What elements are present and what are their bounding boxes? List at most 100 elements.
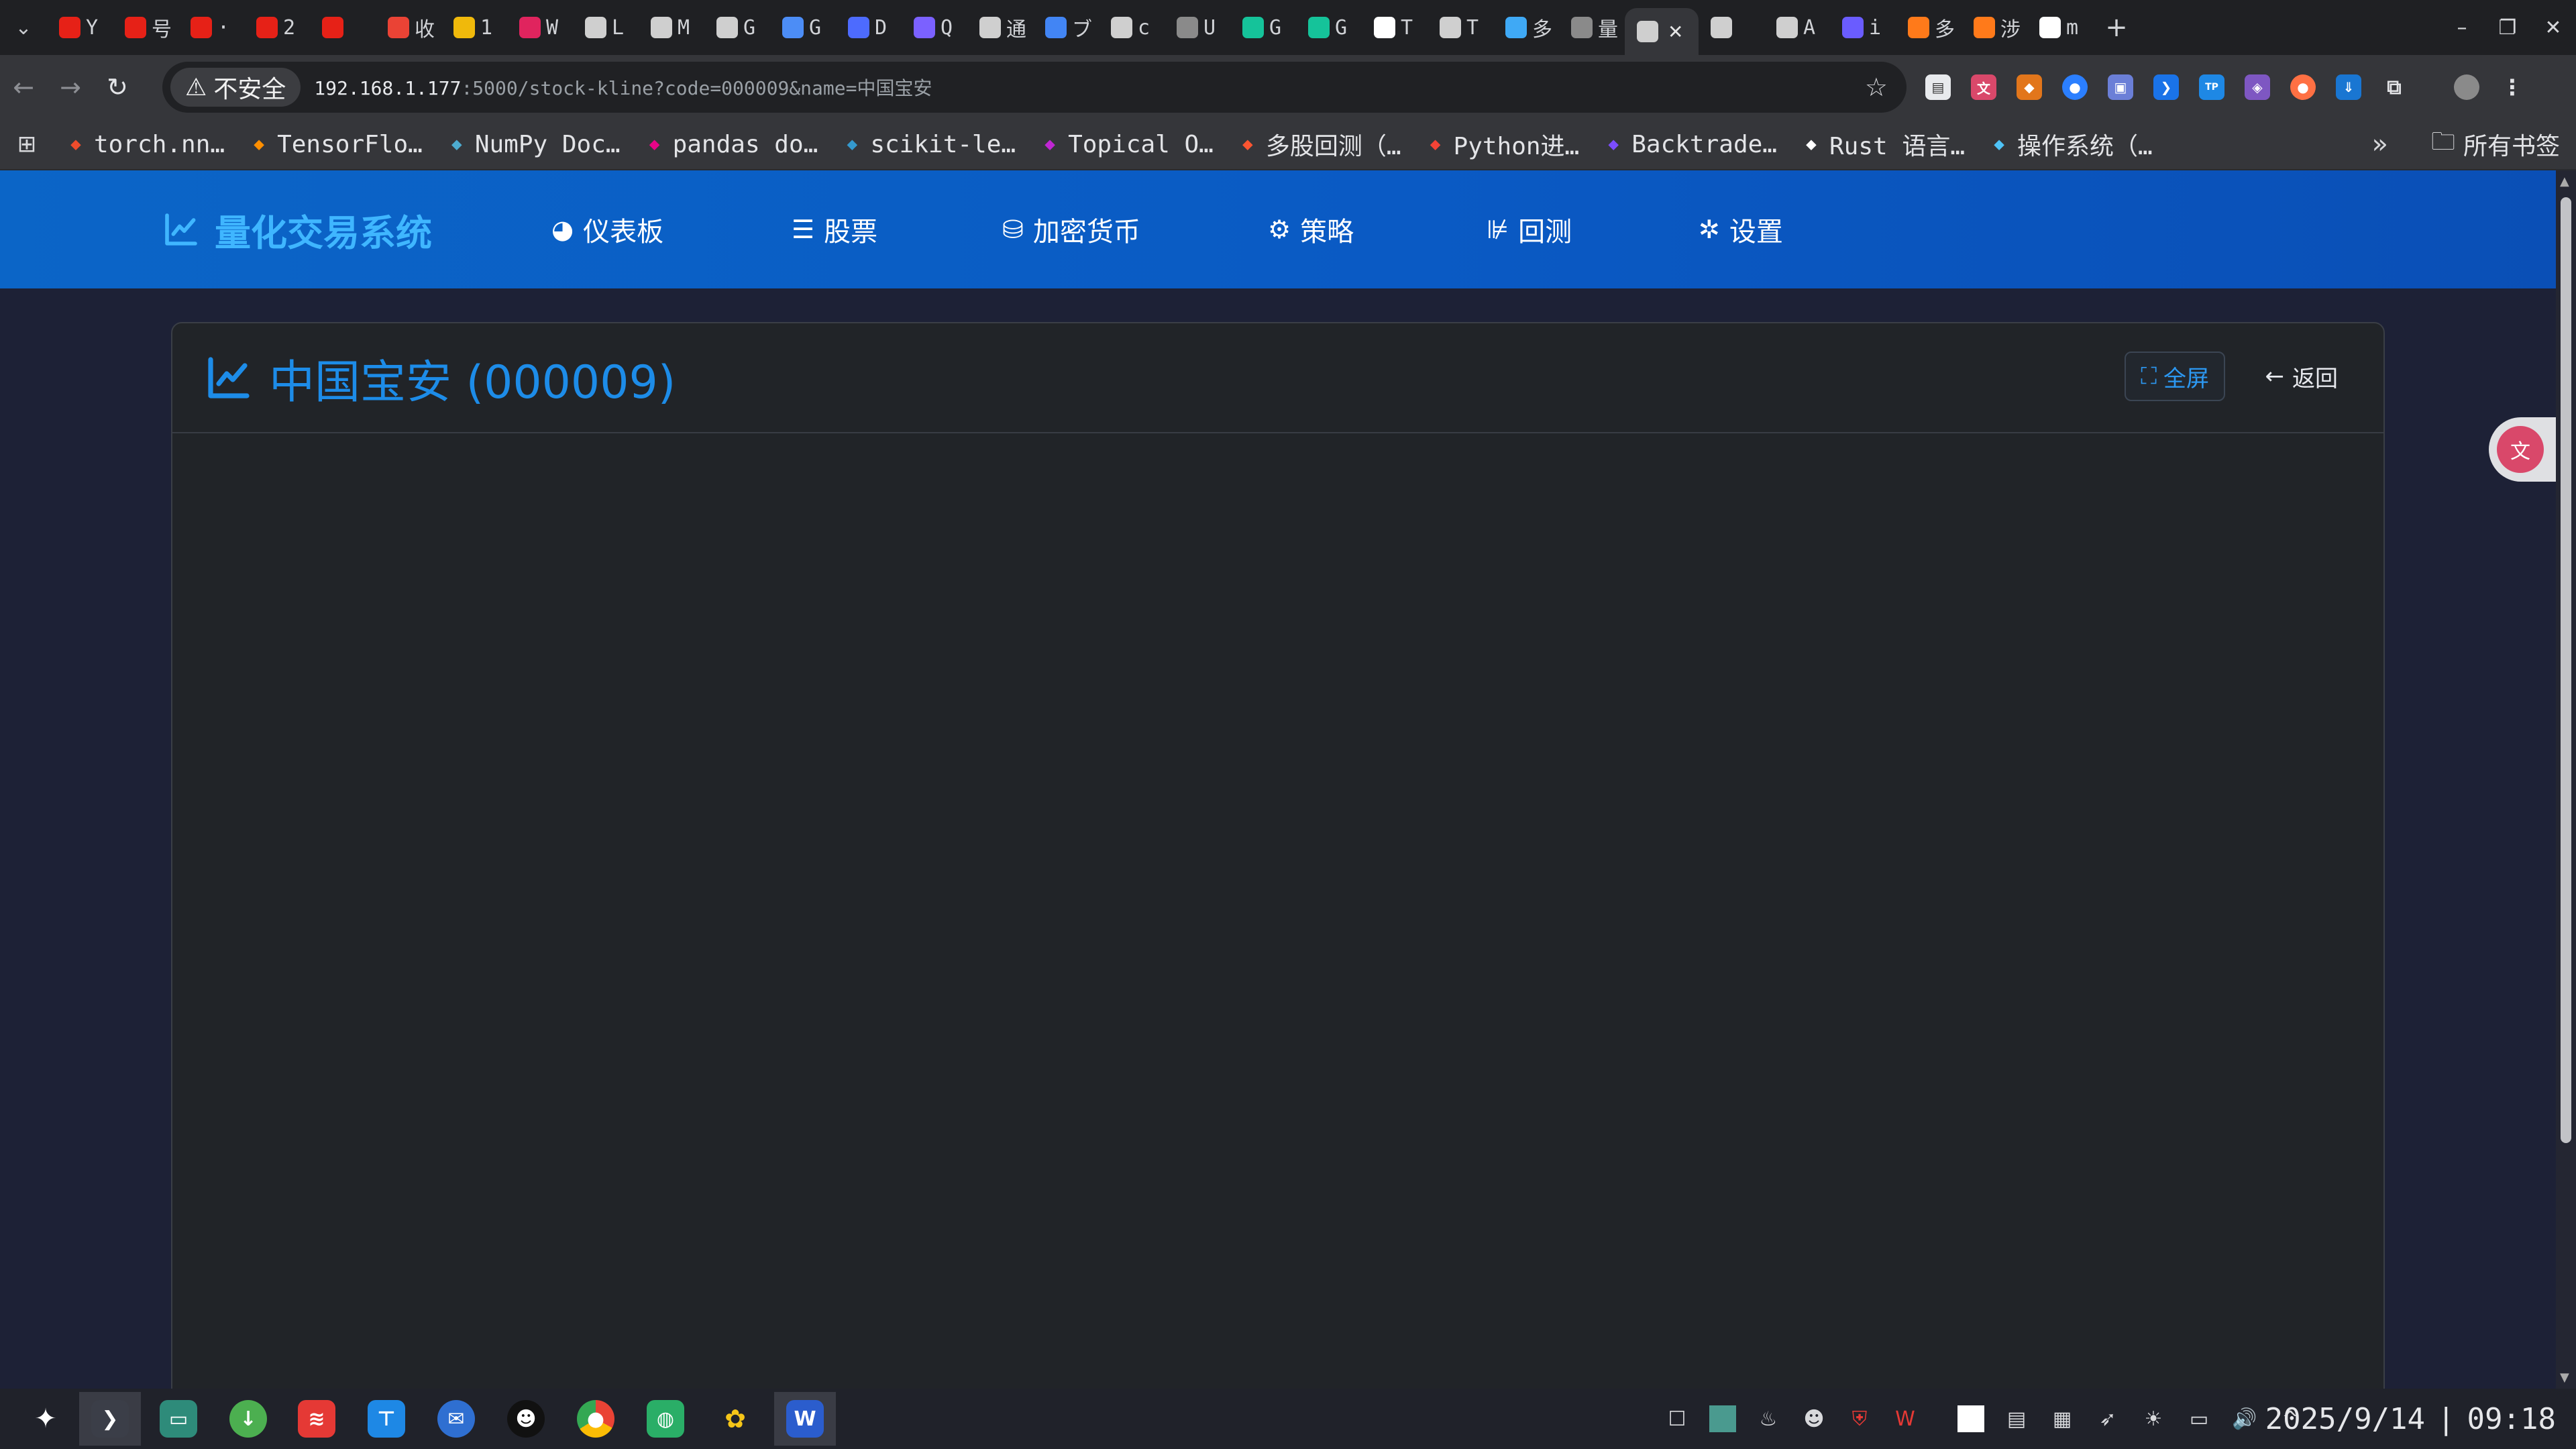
- browser-tab[interactable]: ブ: [1033, 7, 1099, 48]
- brand[interactable]: 量化交易系统: [162, 170, 432, 288]
- active-browser-tab[interactable]: ✕: [1625, 8, 1699, 55]
- clock[interactable]: 2025/9/14 | 09:18: [2265, 1389, 2556, 1449]
- back-nav-icon[interactable]: ←: [0, 55, 47, 119]
- bell-icon[interactable]: ♨: [1755, 1405, 1782, 1432]
- security-chip[interactable]: ⚠ 不安全: [170, 68, 301, 107]
- address-bar[interactable]: ⚠ 不安全 192.168.1.177:5000/stock-kline?cod…: [162, 62, 1907, 113]
- browser-tab[interactable]: [1699, 7, 1764, 48]
- new-tab-button[interactable]: +: [2093, 12, 2140, 43]
- browser-tab[interactable]: 号: [113, 7, 178, 48]
- browser-tab[interactable]: G: [1296, 7, 1362, 48]
- taskbar-word[interactable]: W: [774, 1392, 836, 1446]
- taskbar-qq[interactable]: ☻: [495, 1392, 557, 1446]
- brightness-icon[interactable]: ☀: [2140, 1405, 2167, 1432]
- fullscreen-button[interactable]: ⛶ 全屏: [2125, 352, 2225, 401]
- bookmark-item[interactable]: ◆ torch.nn…: [54, 124, 237, 164]
- browser-tab[interactable]: U: [1165, 7, 1230, 48]
- bookmark-item[interactable]: ◆ 操作系统（…: [1977, 124, 2165, 164]
- white-square-icon[interactable]: [1957, 1405, 1984, 1432]
- all-bookmarks-button[interactable]: 🗀 所有书签: [2431, 124, 2560, 165]
- browser-tab[interactable]: [310, 7, 376, 48]
- browser-tab[interactable]: m: [2027, 7, 2093, 48]
- browser-tab[interactable]: Q: [902, 7, 967, 48]
- nav-strategy[interactable]: ⚙ 策略: [1268, 170, 1354, 288]
- bookmark-item[interactable]: ◆ Topical O…: [1028, 124, 1226, 164]
- fox-extension-icon[interactable]: ●: [2290, 74, 2316, 100]
- browser-tab[interactable]: W: [507, 7, 573, 48]
- more-menu-icon[interactable]: ⋮: [2500, 74, 2525, 100]
- bookmark-item[interactable]: ◆ Python进…: [1413, 124, 1592, 164]
- browser-tab[interactable]: c: [1099, 7, 1165, 48]
- taskbar-todesk[interactable]: ⊤: [356, 1392, 417, 1446]
- circle-extension-icon[interactable]: ●: [2062, 74, 2088, 100]
- reload-icon[interactable]: ↻: [94, 55, 141, 119]
- keyboard-icon[interactable]: ▦: [2049, 1405, 2076, 1432]
- extensions-puzzle-icon[interactable]: ⧉: [2381, 74, 2407, 100]
- browser-tab[interactable]: 多: [1493, 7, 1559, 48]
- close-window-icon[interactable]: ✕: [2530, 0, 2576, 55]
- browser-tab[interactable]: T: [1362, 7, 1428, 48]
- scroll-down-icon[interactable]: ▼: [2560, 1371, 2569, 1385]
- bookmark-item[interactable]: ◆ Backtrade…: [1591, 124, 1789, 164]
- browser-tab[interactable]: ·: [178, 7, 244, 48]
- thumbnail-icon[interactable]: [1709, 1405, 1736, 1432]
- apps-grid-icon[interactable]: ⊞: [0, 131, 54, 158]
- browser-tab[interactable]: M: [639, 7, 704, 48]
- close-tab-icon[interactable]: ✕: [1668, 21, 1683, 43]
- browser-tab[interactable]: L: [573, 7, 639, 48]
- scrollbar-thumb[interactable]: [2561, 197, 2571, 1143]
- browser-tab[interactable]: 收: [376, 7, 441, 48]
- more-bookmarks-icon[interactable]: »: [2372, 129, 2388, 160]
- browser-tab[interactable]: D: [836, 7, 902, 48]
- tp-extension-icon[interactable]: TP: [2199, 74, 2224, 100]
- browser-tab[interactable]: i: [1830, 7, 1896, 48]
- bookmark-item[interactable]: ◆ TensorFlo…: [237, 124, 435, 164]
- bookmark-item[interactable]: ◆ scikit-le…: [830, 124, 1028, 164]
- eth-extension-icon[interactable]: ◈: [2245, 74, 2270, 100]
- bookmark-item[interactable]: ◆ pandas do…: [633, 124, 830, 164]
- scroll-up-icon[interactable]: ▲: [2560, 174, 2569, 189]
- nav-backtest[interactable]: ⊯ 回测: [1487, 170, 1572, 288]
- qq-tray-icon[interactable]: ☻: [1801, 1405, 1827, 1432]
- back-button[interactable]: ← 返回: [2265, 352, 2339, 401]
- taskbar-chrome[interactable]: ●: [565, 1392, 627, 1446]
- taskbar-wechat[interactable]: ◍: [635, 1392, 696, 1446]
- kline-chart-area[interactable]: [172, 435, 2383, 1421]
- bookmark-item[interactable]: ◆ 多股回测（…: [1226, 124, 1413, 164]
- browser-tab[interactable]: 1: [441, 7, 507, 48]
- tab-search-icon[interactable]: ⌄: [0, 0, 47, 55]
- browser-tab[interactable]: 2: [244, 7, 310, 48]
- taskbar-terminal[interactable]: ❯: [79, 1392, 141, 1446]
- browser-tab[interactable]: 量: [1559, 7, 1625, 48]
- network-icon[interactable]: ▭: [2186, 1405, 2212, 1432]
- image-extension-icon[interactable]: ▣: [2108, 74, 2133, 100]
- floating-translate-button[interactable]: 文: [2489, 417, 2556, 482]
- nav-stocks[interactable]: ☰ 股票: [792, 170, 877, 288]
- taskbar-thunderbird[interactable]: ✉: [425, 1392, 487, 1446]
- volume-icon[interactable]: 🔊: [2231, 1405, 2258, 1432]
- taskbar-downloader[interactable]: ↓: [217, 1392, 279, 1446]
- browser-tab[interactable]: A: [1764, 7, 1830, 48]
- browser-tab[interactable]: 通: [967, 7, 1033, 48]
- arrow-extension-icon[interactable]: ❯: [2153, 74, 2179, 100]
- rocket-icon[interactable]: ➶: [2094, 1405, 2121, 1432]
- download-extension-icon[interactable]: ⇓: [2336, 74, 2361, 100]
- browser-tab[interactable]: 多: [1896, 7, 1962, 48]
- page-scrollbar[interactable]: ▲ ▼: [2556, 170, 2576, 1389]
- browser-tab[interactable]: G: [704, 7, 770, 48]
- document-extension-icon[interactable]: ▤: [1925, 74, 1951, 100]
- nav-crypto[interactable]: ⛁ 加密货币: [1002, 170, 1140, 288]
- bookmark-item[interactable]: ◆ Rust 语言…: [1789, 124, 1977, 164]
- browser-tab[interactable]: 涉: [1962, 7, 2027, 48]
- browser-tab[interactable]: G: [770, 7, 836, 48]
- taskbar-stock-app[interactable]: ≋: [286, 1392, 347, 1446]
- restore-icon[interactable]: ❐: [2485, 0, 2530, 55]
- taskbar-baidu[interactable]: ✿: [704, 1392, 766, 1446]
- url-text[interactable]: 192.168.1.177:5000/stock-kline?code=0000…: [314, 74, 932, 101]
- launcher-button[interactable]: ✦: [15, 1392, 76, 1446]
- profile-avatar[interactable]: [2454, 74, 2479, 100]
- clipboard-icon[interactable]: ▤: [2003, 1405, 2030, 1432]
- browser-tab[interactable]: T: [1428, 7, 1493, 48]
- shield-icon[interactable]: ⛨: [1846, 1405, 1873, 1432]
- minimize-icon[interactable]: –: [2439, 0, 2485, 55]
